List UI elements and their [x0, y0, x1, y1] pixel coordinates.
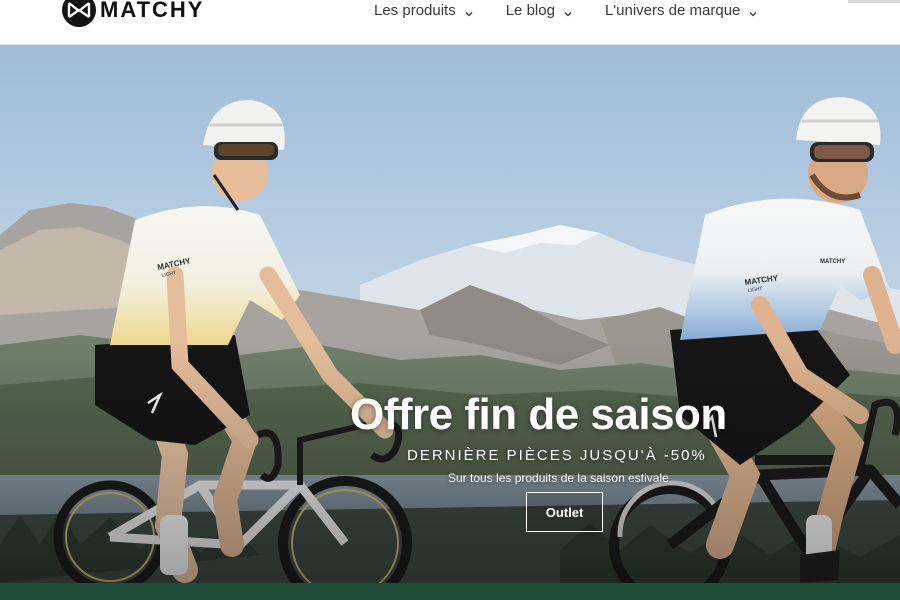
brand-logo[interactable]: MATCHY	[62, 0, 204, 28]
chevron-down-icon	[563, 6, 573, 16]
outlet-button[interactable]: Outlet	[526, 492, 603, 532]
hero-note: Sur tous les produits de la saison estiv…	[448, 471, 669, 485]
nav-item-label: L'univers de marque	[604, 2, 741, 19]
hero-title: Offre fin de saison	[350, 390, 727, 439]
chevron-down-icon	[464, 6, 474, 16]
brand-name: MATCHY	[100, 0, 205, 22]
main-nav: Les produits Le blog L'univers de marque	[374, 2, 790, 19]
matchy-logo-icon	[62, 0, 96, 27]
nav-item-label: Les produits	[374, 2, 456, 19]
hero-banner[interactable]: MATCHY LIGHT MATCHY LIGHT MATCHY	[0, 45, 900, 583]
hero-subtitle: DERNIÈRE PIÈCES JUSQU'À -50%	[407, 447, 707, 464]
chevron-down-icon	[748, 6, 758, 16]
nav-item-products[interactable]: Les produits	[374, 2, 474, 19]
announcement-bar	[0, 583, 900, 600]
nav-item-brand-universe[interactable]: L'univers de marque	[605, 2, 758, 19]
hero-image: MATCHY LIGHT MATCHY LIGHT MATCHY	[0, 45, 900, 583]
nav-item-label: Le blog	[505, 2, 555, 19]
header-corner-element	[848, 0, 900, 3]
nav-item-blog[interactable]: Le blog	[506, 2, 573, 19]
site-header: MATCHY Les produits Le blog L'univers de…	[0, 0, 900, 45]
